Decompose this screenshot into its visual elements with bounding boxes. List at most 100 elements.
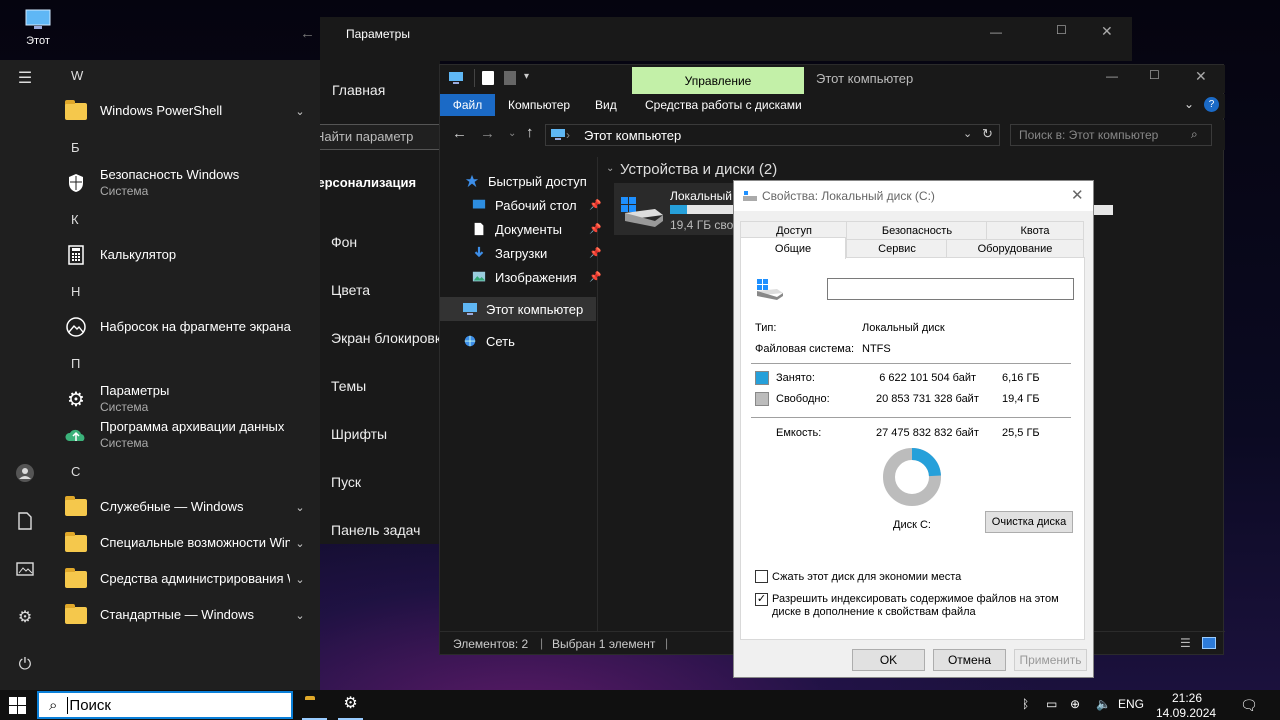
pin-icon[interactable]: 📌 — [589, 224, 601, 235]
group-letter[interactable]: Н — [71, 284, 80, 299]
clock-time[interactable]: 21:26 — [1172, 691, 1202, 705]
index-checkbox[interactable]: ✓ — [755, 593, 768, 606]
windows-start-icon[interactable] — [9, 697, 27, 715]
nav-quick-item[interactable]: Рабочий стол 📌 — [471, 194, 601, 216]
settings-nav-item[interactable]: Панель задач — [331, 522, 420, 538]
settings-gear-icon[interactable]: ⚙ — [12, 604, 38, 630]
refresh-icon[interactable]: ↻ — [982, 126, 993, 142]
dialog-close-icon[interactable]: ✕ — [1071, 186, 1084, 204]
settings-nav-item[interactable]: Цвета — [331, 282, 370, 298]
chevron-down-icon[interactable]: ⌄ — [290, 537, 310, 550]
explorer-search-input[interactable]: Поиск в: Этот компьютер ⌕ — [1010, 124, 1212, 146]
settings-nav-item[interactable]: Шрифты — [331, 426, 387, 442]
explorer-close-icon[interactable]: ✕ — [1195, 68, 1207, 85]
group-letter[interactable]: С — [71, 464, 80, 479]
power-icon[interactable]: ⏻ — [12, 652, 38, 678]
details-view-icon[interactable]: ☰ — [1180, 636, 1191, 650]
forward-arrow-icon[interactable]: → — [480, 125, 495, 142]
help-icon[interactable]: ? — [1204, 97, 1219, 112]
settings-nav-item[interactable]: Пуск — [331, 474, 361, 490]
group-letter[interactable]: W — [71, 68, 83, 83]
hamburger-icon[interactable]: ☰ — [12, 65, 38, 91]
start-app-item[interactable]: Специальные возможности Win... ⌄ — [60, 525, 310, 561]
start-app-item[interactable]: ⚙ Параметры Система — [60, 381, 310, 417]
ribbon-tab-view[interactable]: Вид — [587, 94, 625, 116]
contextual-tab-manage[interactable]: Управление — [632, 67, 804, 95]
nav-quick-access[interactable]: Быстрый доступ — [464, 170, 587, 192]
battery-icon[interactable]: ▭ — [1046, 697, 1057, 711]
user-avatar-icon[interactable] — [12, 460, 38, 486]
start-app-item[interactable]: Средства администрирования W... ⌄ — [60, 561, 310, 597]
nav-quick-item[interactable]: Изображения 📌 — [471, 266, 601, 288]
pin-icon[interactable]: 📌 — [589, 248, 601, 259]
speaker-icon[interactable]: 🔈 — [1096, 697, 1111, 711]
apply-button[interactable]: Применить — [1014, 649, 1087, 671]
up-arrow-icon[interactable]: ↑ — [526, 124, 534, 141]
start-app-item[interactable]: Стандартные — Windows ⌄ — [60, 597, 310, 633]
cancel-button[interactable]: Отмена — [933, 649, 1006, 671]
tab-quota[interactable]: Квота — [986, 221, 1084, 239]
tiles-view-icon[interactable] — [1202, 637, 1216, 649]
back-arrow-icon[interactable]: ← — [300, 25, 315, 42]
bluetooth-icon[interactable]: ᛒ — [1022, 697, 1029, 711]
tab-service[interactable]: Сервис — [846, 239, 948, 257]
ribbon-tab-file[interactable]: Файл — [440, 94, 495, 116]
clock-date[interactable]: 14.09.2024 — [1156, 706, 1216, 720]
ok-button[interactable]: OK — [852, 649, 925, 671]
index-option[interactable]: ✓ Разрешить индексировать содержимое фай… — [755, 593, 1065, 619]
pictures-icon[interactable] — [12, 556, 38, 582]
taskbar-settings-button[interactable]: ⚙ — [338, 690, 363, 720]
globe-icon[interactable]: ⊕ — [1070, 697, 1080, 711]
taskbar-search-input[interactable]: ⌕ Поиск — [37, 691, 293, 719]
documents-icon[interactable] — [12, 508, 38, 534]
settings-nav-item[interactable]: Темы — [331, 378, 366, 394]
desktop-icon-this-pc[interactable]: Этот — [18, 8, 58, 47]
settings-nav-item[interactable]: Экран блокировки — [331, 330, 449, 346]
start-app-item[interactable]: Служебные — Windows ⌄ — [60, 489, 310, 525]
start-app-item[interactable]: Набросок на фрагменте экрана — [60, 309, 310, 345]
ribbon-expand-icon[interactable]: ⌄ — [1184, 97, 1194, 111]
language-indicator[interactable]: ENG — [1118, 697, 1144, 711]
explorer-maximize-icon[interactable]: ☐ — [1149, 68, 1160, 82]
settings-search-input[interactable]: Найти параметр — [316, 124, 440, 150]
nav-quick-item[interactable]: Документы 📌 — [471, 218, 601, 240]
close-icon[interactable]: ✕ — [1101, 23, 1113, 40]
compress-option[interactable]: Сжать этот диск для экономии места — [755, 570, 961, 583]
drive-label-input[interactable] — [827, 278, 1074, 300]
settings-home[interactable]: Главная — [332, 82, 385, 98]
recent-locations-icon[interactable]: ⌄ — [508, 128, 516, 139]
chevron-down-icon[interactable]: ⌄ — [290, 501, 310, 514]
chevron-down-icon[interactable]: ⌄ — [290, 609, 310, 622]
chevron-down-icon[interactable]: ⌄ — [290, 573, 310, 586]
back-arrow-icon[interactable]: ← — [452, 125, 467, 142]
minimize-icon[interactable]: — — [990, 25, 1002, 39]
maximize-icon[interactable]: ☐ — [1056, 23, 1067, 37]
drive-tile[interactable]: Локальный 19,4 ГБ сво — [614, 183, 740, 235]
start-app-item[interactable]: Программа архивации данных Система — [60, 417, 310, 453]
ribbon-tab-computer[interactable]: Компьютер — [500, 94, 578, 116]
group-collapse-icon[interactable]: ⌄ — [606, 163, 614, 174]
disk-cleanup-button[interactable]: Очистка диска — [985, 511, 1073, 533]
newfolder-qat-icon[interactable] — [504, 71, 516, 85]
pin-icon[interactable]: 📌 — [589, 272, 601, 283]
chevron-down-icon[interactable]: ⌄ — [290, 105, 310, 118]
ribbon-tab-drive-tools[interactable]: Средства работы с дисками — [637, 94, 810, 116]
address-dropdown-icon[interactable]: ⌄ — [963, 127, 972, 140]
tab-general[interactable]: Общие — [740, 237, 846, 259]
taskbar-explorer-button[interactable] — [302, 690, 327, 720]
qat-dropdown-icon[interactable]: ▾ — [524, 71, 529, 82]
address-bar[interactable]: › Этот компьютер ⌄ ↻ — [545, 124, 1000, 146]
start-app-item[interactable]: Калькулятор — [60, 237, 310, 273]
explorer-minimize-icon[interactable]: — — [1106, 69, 1118, 83]
start-app-item[interactable]: Windows PowerShell ⌄ — [60, 93, 310, 129]
group-letter[interactable]: К — [71, 212, 79, 227]
tab-hardware[interactable]: Оборудование — [946, 239, 1084, 257]
nav-this-pc[interactable]: Этот компьютер — [462, 298, 583, 320]
notification-icon[interactable]: 🗨 — [1240, 697, 1258, 714]
start-app-item[interactable]: Безопасность Windows Система — [60, 165, 310, 201]
settings-nav-item[interactable]: Фон — [331, 234, 357, 250]
properties-qat-icon[interactable] — [482, 71, 494, 85]
group-letter[interactable]: П — [71, 356, 80, 371]
compress-checkbox[interactable] — [755, 570, 768, 583]
pin-icon[interactable]: 📌 — [589, 200, 601, 211]
